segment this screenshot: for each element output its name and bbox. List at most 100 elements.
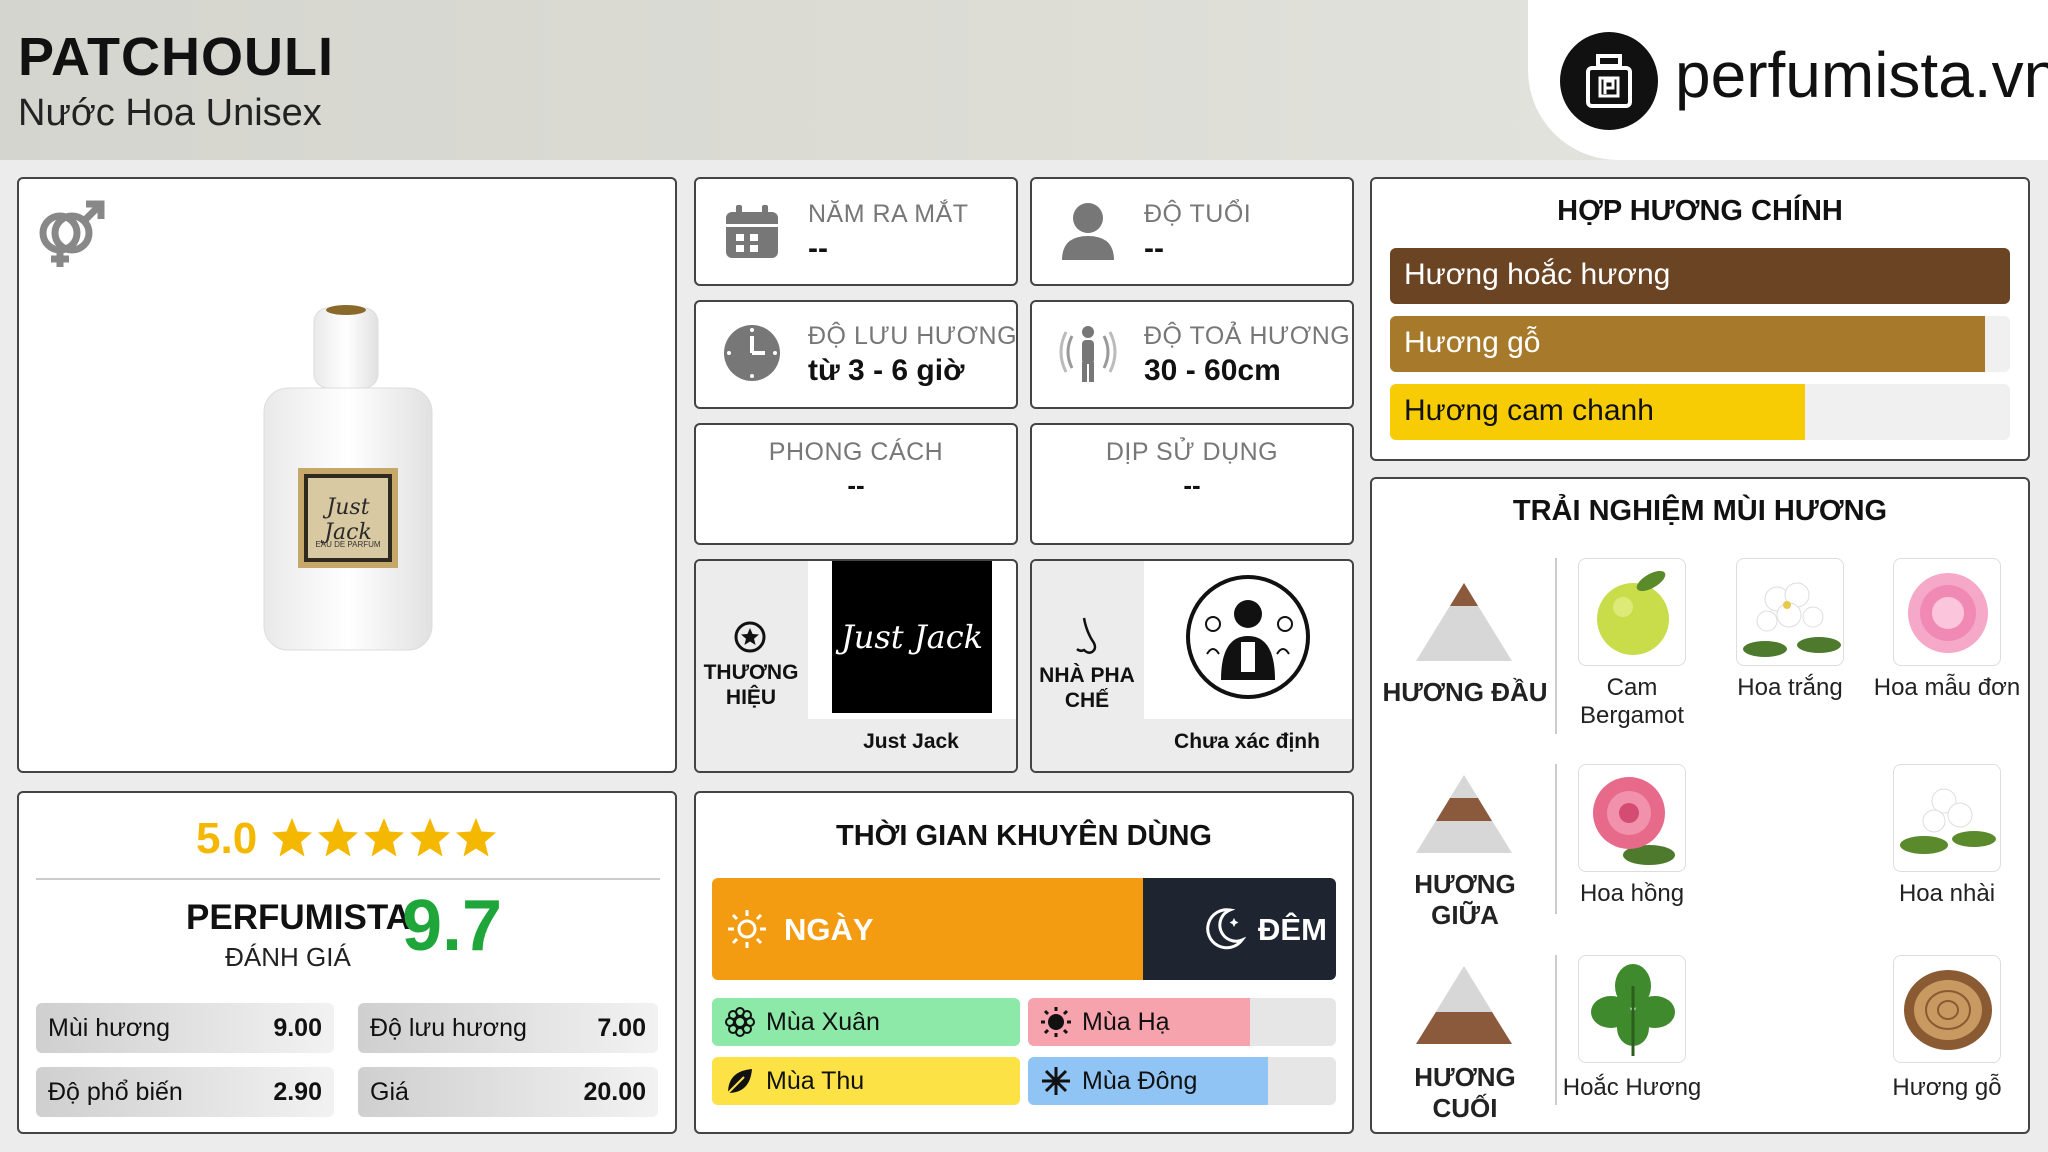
accord-bar: Hương gỗ xyxy=(1390,316,2010,372)
note-white-flower: Hoa trắng xyxy=(1737,674,1843,701)
season-bar: Mùa Hạ xyxy=(1028,998,1336,1046)
score-value: 9.00 xyxy=(273,1014,322,1042)
star-circle-icon xyxy=(733,620,767,654)
perfumista-sub: ĐÁNH GIÁ xyxy=(225,942,351,972)
age-label: ĐỘ TUỔI xyxy=(1144,200,1252,228)
score-value: 20.00 xyxy=(583,1078,646,1106)
divider xyxy=(36,878,660,880)
brand-name: Just Jack xyxy=(863,730,959,753)
white-flower-image[interactable] xyxy=(1736,558,1844,666)
score-popularity: Độ phổ biến 2.90 xyxy=(36,1067,334,1117)
peony-image[interactable] xyxy=(1893,558,2001,666)
score-label: Giá xyxy=(370,1078,409,1106)
day-segment xyxy=(712,878,1143,980)
pyramid-middle-icon xyxy=(1416,775,1512,855)
season-bar: Mùa Thu xyxy=(712,1057,1020,1105)
note-wood: Hương gỗ xyxy=(1892,1074,2002,1101)
page-title: PATCHOULI xyxy=(18,27,334,87)
nose-icon xyxy=(1072,616,1102,656)
accords-title: HỢP HƯƠNG CHÍNH xyxy=(1557,195,1843,227)
clock-icon xyxy=(722,323,782,383)
note-bergamot: Cam Bergamot xyxy=(1579,674,1685,729)
perfumer-label: NHÀ PHA CHẾ xyxy=(1039,664,1135,712)
bergamot-image[interactable] xyxy=(1578,558,1686,666)
jasmine-image[interactable] xyxy=(1893,764,2001,872)
score-label: Độ lưu hương xyxy=(370,1014,527,1042)
accord-bar: Hương cam chanh xyxy=(1390,384,2010,440)
note-jasmine: Hoa nhài xyxy=(1898,880,1996,907)
season-bar: Mùa Đông xyxy=(1028,1057,1336,1105)
bottle-label-script: Just Jack xyxy=(324,495,372,545)
occasion-value: -- xyxy=(1183,470,1201,500)
score-label: Độ phổ biến xyxy=(48,1078,183,1106)
perfumer-name: Chưa xác định xyxy=(1174,730,1320,753)
perfumista-score: 9.7 xyxy=(402,886,503,966)
score-scent: Mùi hương 9.00 xyxy=(36,1003,334,1053)
day-label: NGÀY xyxy=(784,912,874,947)
sillage-value: 30 - 60cm xyxy=(1144,354,1281,387)
perfumer-avatar-icon xyxy=(1185,574,1311,700)
logo-text[interactable]: perfumista.vn xyxy=(1675,38,2048,112)
sun-icon xyxy=(1041,1007,1071,1037)
longevity-label: ĐỘ LƯU HƯƠNG xyxy=(808,322,1018,350)
snowflake-icon xyxy=(1042,1067,1070,1095)
score-value: 2.90 xyxy=(273,1078,322,1106)
note-patchouli: Hoắc Hương xyxy=(1562,1074,1702,1101)
release-value: -- xyxy=(808,232,828,265)
season-bar: Mùa Xuân xyxy=(712,998,1020,1046)
rose-image[interactable] xyxy=(1578,764,1686,872)
star-icon xyxy=(456,818,496,857)
moon-icon xyxy=(1200,906,1247,952)
user-icon xyxy=(1058,200,1118,262)
sillage-label: ĐỘ TOẢ HƯƠNG xyxy=(1144,322,1351,350)
bottle-label-sub: EAU DE PARFUM xyxy=(315,540,381,549)
score-longevity: Độ lưu hương 7.00 xyxy=(358,1003,658,1053)
brand-logo-image: Just Jack xyxy=(832,561,992,713)
season-label: Mùa Đông xyxy=(1082,1067,1198,1095)
occasion-label: DỊP SỬ DỤNG xyxy=(1105,438,1279,466)
note-rose: Hoa hồng xyxy=(1579,880,1685,907)
longevity-value: từ 3 - 6 giờ xyxy=(808,354,965,387)
score-price: Giá 20.00 xyxy=(358,1067,658,1117)
season-label: Mùa Hạ xyxy=(1082,1008,1170,1036)
calendar-icon xyxy=(722,202,782,262)
notes-title: TRẢI NGHIỆM MÙI HƯƠNG xyxy=(1512,495,1888,527)
flower-icon xyxy=(725,1007,755,1037)
sillage-person-icon xyxy=(1058,322,1118,384)
star-icon xyxy=(364,818,404,857)
style-value: -- xyxy=(847,470,865,500)
rating-score: 5.0 xyxy=(196,814,258,863)
release-label: NĂM RA MẮT xyxy=(808,200,969,228)
style-label: PHONG CÁCH xyxy=(768,438,944,466)
accord-label: Hương gỗ xyxy=(1404,326,1541,359)
unisex-gender-icon xyxy=(32,195,112,275)
score-label: Mùi hương xyxy=(48,1014,171,1042)
rating-stars xyxy=(270,816,510,862)
top-notes-label: HƯƠNG ĐẦU xyxy=(1382,677,1548,707)
star-icon xyxy=(272,818,312,857)
middle-notes-label: HƯƠNG GIỮA xyxy=(1414,869,1516,930)
season-bar-fill xyxy=(712,1057,1020,1105)
patchouli-image[interactable] xyxy=(1578,955,1686,1063)
season-label: Mùa Xuân xyxy=(766,1008,880,1036)
perfumista-label: PERFUMISTA xyxy=(186,898,411,937)
perfume-bottle-logo-icon[interactable] xyxy=(1560,32,1658,130)
page-subtitle: Nước Hoa Unisex xyxy=(18,92,322,134)
accord-label: Hương hoắc hương xyxy=(1404,258,1671,291)
time-title: THỜI GIAN KHUYÊN DÙNG xyxy=(836,820,1212,852)
accord-bar: Hương hoắc hương xyxy=(1390,248,2010,304)
wood-image[interactable] xyxy=(1893,955,2001,1063)
star-icon xyxy=(410,818,450,857)
score-value: 7.00 xyxy=(597,1014,646,1042)
accord-label: Hương cam chanh xyxy=(1404,394,1654,427)
pyramid-top-icon xyxy=(1416,583,1512,663)
season-label: Mùa Thu xyxy=(766,1067,865,1095)
age-value: -- xyxy=(1144,232,1164,265)
night-label: ĐÊM xyxy=(1258,912,1327,947)
brand-label: THƯƠNG HIỆU xyxy=(703,661,799,709)
note-peony: Hoa mẫu đơn xyxy=(1873,674,2021,701)
star-icon xyxy=(318,818,358,857)
brand-logo-script: Just Jack xyxy=(840,618,984,656)
sun-icon xyxy=(726,908,768,950)
base-notes-label: HƯƠNG CUỐI xyxy=(1414,1062,1516,1123)
